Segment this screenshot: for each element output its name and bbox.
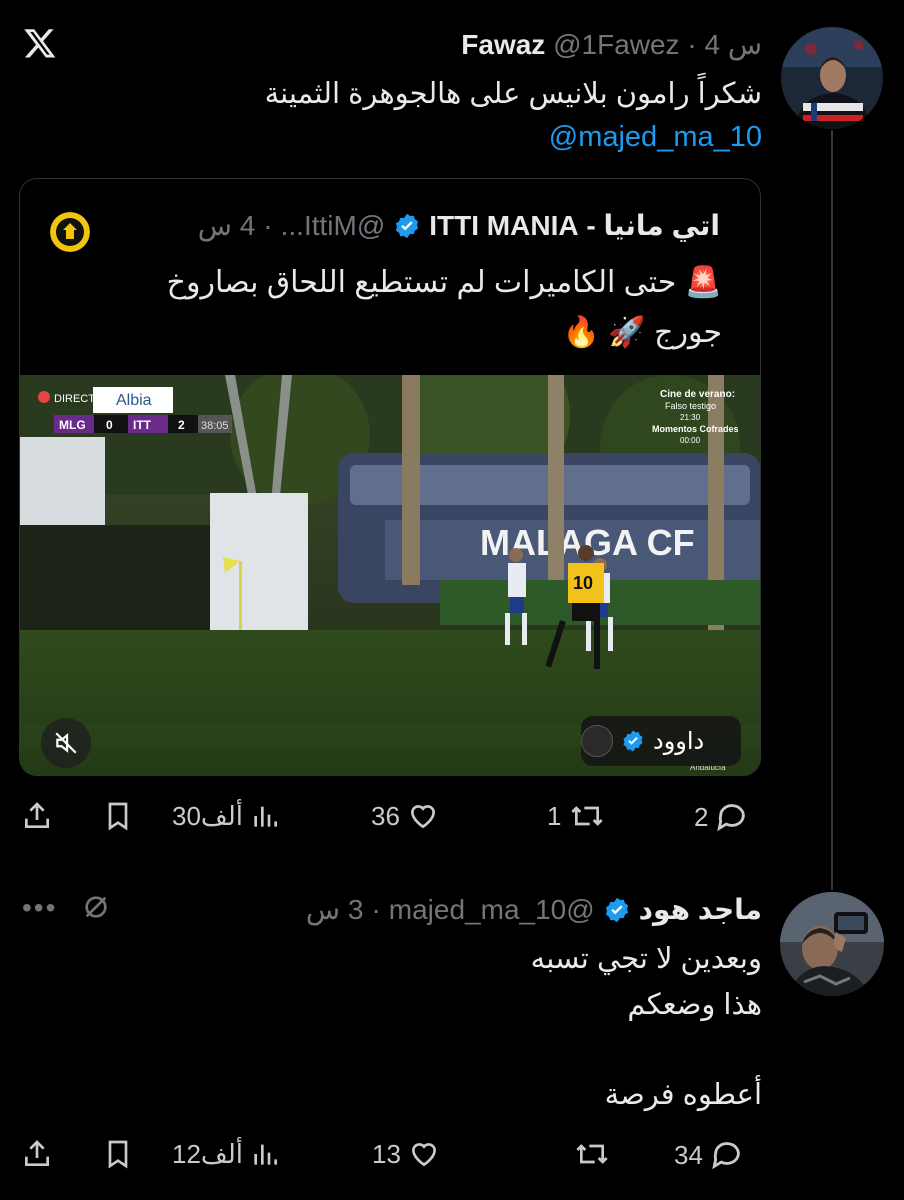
- muted-speaker-icon: [55, 732, 77, 754]
- like-button[interactable]: 13: [372, 1138, 441, 1170]
- tweet-text: شكراً رامون بلانيس على هالجوهرة الثمينة: [264, 78, 762, 110]
- reply-count: 2: [694, 801, 709, 832]
- display-name[interactable]: Fawaz: [461, 29, 545, 60]
- avatar[interactable]: [781, 27, 883, 129]
- repost-icon: [571, 806, 604, 826]
- tweet-text-line: وبعدين لا تجي تسبه: [530, 943, 762, 975]
- svg-text:MLG: MLG: [59, 418, 86, 432]
- quote-timestamp[interactable]: 4 س: [198, 209, 256, 242]
- quote-text-line1: 🚨 حتى الكاميرات لم تستطيع اللحاق بصاروخ: [167, 265, 722, 300]
- share-icon: [25, 802, 49, 828]
- verified-badge-icon: [603, 896, 631, 924]
- quote-header: اتي مانيا - ITTI MANIA @IttiM... · 4 س: [198, 209, 720, 242]
- verified-badge-icon: [393, 212, 421, 240]
- tweet-text-line: هذا وضعكم: [627, 989, 762, 1021]
- like-count: 13: [372, 1138, 401, 1169]
- credit-avatar: [581, 725, 613, 757]
- repost-button[interactable]: 1: [547, 800, 607, 832]
- svg-text:10: 10: [573, 573, 593, 593]
- verified-badge-icon: [621, 729, 645, 753]
- svg-text:2: 2: [178, 418, 185, 432]
- ellipsis-icon: •••: [22, 892, 58, 923]
- x-logo-icon[interactable]: [22, 26, 58, 60]
- tweet-header: Fawaz @1Fawez · 4 س: [461, 28, 762, 61]
- bookmark-button[interactable]: [102, 800, 134, 832]
- tweet-text-line: أعطوه فرصة: [604, 1079, 762, 1111]
- bookmark-icon: [108, 1140, 128, 1169]
- reply-bubble-icon: [712, 1142, 740, 1170]
- views-count: 30ألف: [172, 800, 243, 831]
- quote-handle[interactable]: @IttiM...: [281, 210, 386, 242]
- quote-name[interactable]: اتي مانيا - ITTI MANIA: [429, 209, 720, 242]
- video-credit-pill[interactable]: داوود: [581, 716, 741, 766]
- quote-text: حتى الكاميرات لم تستطيع اللحاق بصاروخ: [166, 266, 677, 299]
- separator: ·: [263, 209, 273, 241]
- views-chart-icon: [254, 806, 277, 827]
- bookmark-icon: [108, 802, 128, 831]
- svg-text:Albia: Albia: [116, 392, 152, 409]
- svg-text:Cine de verano:: Cine de verano:: [660, 389, 735, 400]
- svg-text:00:00: 00:00: [680, 436, 701, 445]
- display-name[interactable]: ماجد هود: [639, 893, 762, 926]
- svg-text:0: 0: [106, 418, 113, 432]
- share-icon: [25, 1140, 49, 1166]
- thread-connector: [831, 130, 833, 890]
- separator: ·: [687, 29, 697, 60]
- reply-button[interactable]: 2: [694, 800, 750, 834]
- reply-bubble-icon: [717, 804, 746, 832]
- like-button[interactable]: 36: [371, 800, 440, 832]
- views-button[interactable]: 12ألف: [172, 1138, 281, 1170]
- rocket-emoji: 🚀: [608, 316, 646, 349]
- tweet-header: ماجد هود @majed_ma_10 · 3 س: [306, 893, 762, 926]
- svg-text:ITT: ITT: [133, 418, 152, 432]
- avatar[interactable]: [780, 892, 884, 996]
- repost-button[interactable]: [566, 1138, 612, 1170]
- heart-icon: [411, 1143, 436, 1167]
- views-button[interactable]: 30ألف: [172, 800, 281, 832]
- quote-text-line2: جورج 🚀 🔥: [563, 315, 722, 350]
- share-button[interactable]: [21, 1138, 53, 1170]
- quote-text: جورج: [654, 316, 722, 349]
- separator: ·: [371, 893, 381, 925]
- svg-text:Momentos Cofrades: Momentos Cofrades: [652, 424, 739, 434]
- svg-text:38:05: 38:05: [201, 420, 229, 432]
- svg-text:21:30: 21:30: [680, 413, 701, 422]
- heart-icon: [410, 805, 435, 829]
- bookmark-button[interactable]: [102, 1138, 134, 1170]
- grok-slash-icon: [85, 896, 107, 918]
- mute-button[interactable]: [41, 718, 91, 768]
- quoted-tweet-card[interactable]: اتي مانيا - ITTI MANIA @IttiM... · 4 س 🚨…: [19, 178, 761, 776]
- views-chart-icon: [254, 1144, 277, 1165]
- timestamp[interactable]: 3 س: [306, 893, 364, 926]
- handle[interactable]: @1Fawez: [553, 29, 679, 60]
- views-count: 12ألف: [172, 1138, 243, 1169]
- reply-button[interactable]: 34: [674, 1138, 745, 1172]
- more-options-button[interactable]: •••: [22, 892, 57, 924]
- grok-button[interactable]: [80, 891, 112, 923]
- video-player[interactable]: MALAGA CF 10 DIRECTO Albia MLG 0 ITT 2 3…: [20, 375, 760, 775]
- like-count: 36: [371, 800, 400, 831]
- share-button[interactable]: [21, 800, 53, 832]
- timestamp[interactable]: 4 س: [704, 29, 762, 60]
- reply-count: 34: [674, 1139, 703, 1170]
- fire-emoji: 🔥: [562, 316, 601, 349]
- repost-icon: [576, 1144, 608, 1164]
- repost-count: 1: [547, 800, 562, 831]
- handle[interactable]: @majed_ma_10: [389, 894, 595, 926]
- svg-text:Falso testigo: Falso testigo: [665, 401, 716, 411]
- mention-link[interactable]: @majed_ma_10: [549, 121, 762, 154]
- siren-emoji: 🚨: [684, 266, 722, 299]
- credit-name: داوود: [653, 727, 705, 755]
- quote-avatar[interactable]: [50, 212, 90, 252]
